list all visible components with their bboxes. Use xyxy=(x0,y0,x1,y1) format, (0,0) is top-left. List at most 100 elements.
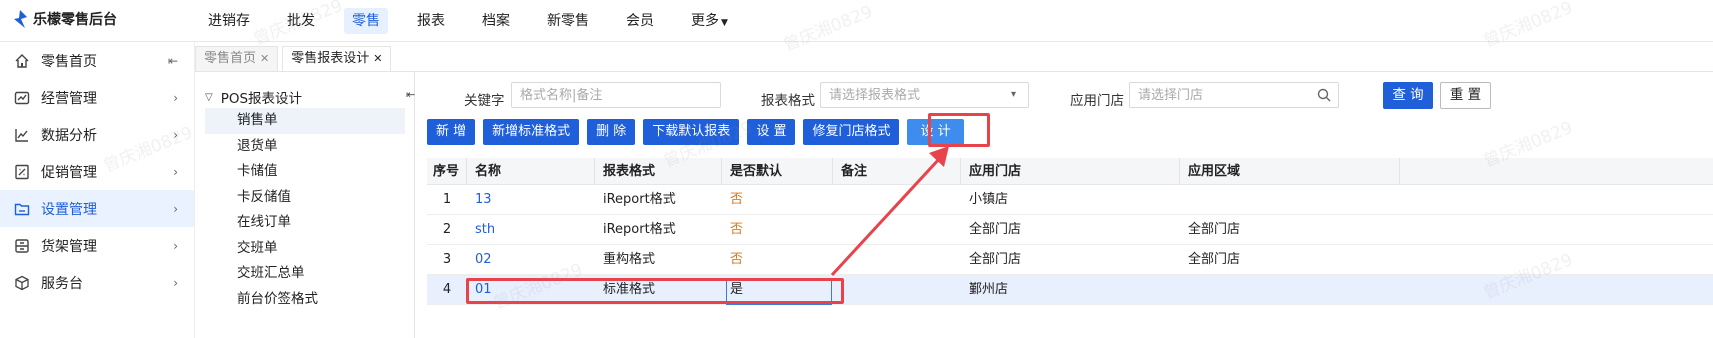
tab-retail-report-design[interactable]: 零售报表设计 ✕ xyxy=(282,46,392,72)
table-header: 序号 名称 报表格式 是否默认 备注 应用门店 应用区域 xyxy=(427,158,1713,185)
column-header[interactable]: 备注 xyxy=(833,158,961,184)
app-logo[interactable]: 乐檬零售后台 xyxy=(12,9,117,29)
chevron-right-icon: › xyxy=(173,90,178,105)
folder-icon xyxy=(14,201,30,217)
nav-more[interactable]: 更多 ▼ xyxy=(683,8,736,34)
annotation-box-row xyxy=(466,278,844,304)
tab-retail-home[interactable]: 零售首页 ✕ xyxy=(195,46,279,72)
chevron-right-icon: › xyxy=(173,164,178,179)
page-tabs: 零售首页 ✕ 零售报表设计 ✕ xyxy=(195,46,395,72)
tree-node[interactable]: 退货单 xyxy=(205,134,410,160)
sidebar-item-settings[interactable]: 设置管理 › xyxy=(0,190,194,227)
download-default-report-button[interactable]: 下载默认报表 xyxy=(643,119,740,145)
sidebar-item-service-desk[interactable]: 服务台 › xyxy=(0,264,194,301)
add-button[interactable]: 新 增 xyxy=(427,119,476,145)
cell-store: 全部门店 xyxy=(969,222,1022,237)
cell-region: 全部门店 xyxy=(1188,222,1241,237)
cell-note xyxy=(833,275,961,304)
tree-root-label: POS报表设计 xyxy=(220,91,303,107)
sidebar-item-label: 促销管理 xyxy=(41,164,97,181)
table-row[interactable]: 3 02 重构格式 否 全部门店 全部门店 xyxy=(427,245,1713,275)
chevron-right-icon: › xyxy=(173,238,178,253)
nav-member[interactable]: 会员 xyxy=(618,8,662,34)
repair-store-format-button[interactable]: 修复门店格式 xyxy=(803,119,900,145)
caret-down-icon: ▼ xyxy=(721,18,728,28)
nav-archive[interactable]: 档案 xyxy=(474,8,518,34)
collapse-left-icon[interactable]: ⇤ xyxy=(406,88,415,101)
cell-note xyxy=(833,245,961,274)
cell-format: iReport格式 xyxy=(603,222,676,237)
store-select[interactable] xyxy=(1129,82,1339,108)
format-select[interactable] xyxy=(820,82,1029,108)
cell-note xyxy=(833,185,961,214)
format-label: 报表格式 xyxy=(761,93,815,109)
keyword-label: 关键字 xyxy=(464,93,505,109)
sidebar-item-label: 服务台 xyxy=(41,275,83,292)
tree-node[interactable]: 前台价签格式 xyxy=(205,287,410,313)
tree-node[interactable]: 卡反储值 xyxy=(205,185,410,211)
column-header[interactable]: 应用区域 xyxy=(1180,158,1400,184)
logo-icon xyxy=(14,10,27,28)
tree-node[interactable]: 销售单 xyxy=(205,108,405,134)
delete-button[interactable]: 删 除 xyxy=(587,119,636,145)
sidebar-item-analytics[interactable]: 数据分析 › xyxy=(0,116,194,153)
nav-inventory[interactable]: 进销存 xyxy=(200,8,258,34)
cube-icon xyxy=(14,275,30,291)
collapse-left-icon[interactable]: ⇤ xyxy=(168,54,178,68)
top-bar: 乐檬零售后台 进销存 批发 零售 报表 档案 新零售 会员 更多 ▼ xyxy=(0,0,1713,42)
cell-name[interactable]: sth xyxy=(467,215,595,244)
cell-note xyxy=(833,215,961,244)
chevron-right-icon: › xyxy=(173,127,178,142)
search-icon[interactable] xyxy=(1317,88,1331,102)
sidebar-item-shelves[interactable]: 货架管理 › xyxy=(0,227,194,264)
table-row[interactable]: 1 13 iReport格式 否 小镇店 xyxy=(427,185,1713,215)
cell-no: 2 xyxy=(442,222,452,237)
chevron-right-icon: › xyxy=(173,275,178,290)
column-header[interactable]: 应用门店 xyxy=(961,158,1180,184)
column-header[interactable]: 名称 xyxy=(467,158,595,184)
tree-node[interactable]: 卡储值 xyxy=(205,159,410,185)
sidebar-item-label: 经营管理 xyxy=(41,90,97,107)
cell-region: 全部门店 xyxy=(1188,252,1241,267)
column-header[interactable]: 报表格式 xyxy=(595,158,722,184)
tab-divider xyxy=(195,71,1713,72)
reset-button[interactable]: 重 置 xyxy=(1440,82,1491,109)
nav-retail[interactable]: 零售 xyxy=(344,8,388,34)
cell-store: 鄞州店 xyxy=(969,282,1009,297)
top-nav: 进销存 批发 零售 报表 档案 新零售 会员 更多 ▼ xyxy=(200,8,757,34)
close-icon[interactable]: ✕ xyxy=(260,52,269,65)
promo-icon xyxy=(14,164,30,180)
sidebar-item-retail-home[interactable]: 零售首页 ⇤ xyxy=(0,42,194,79)
nav-new-retail[interactable]: 新零售 xyxy=(539,8,597,34)
cell-region xyxy=(1180,275,1400,304)
query-button[interactable]: 查 询 xyxy=(1383,82,1433,109)
column-header[interactable]: 是否默认 xyxy=(722,158,833,184)
sidebar-item-promotions[interactable]: 促销管理 › xyxy=(0,153,194,190)
panel-splitter[interactable] xyxy=(414,72,415,338)
cell-name[interactable]: 02 xyxy=(467,245,595,274)
cell-default: 否 xyxy=(730,222,744,237)
sidebar-item-operations[interactable]: 经营管理 › xyxy=(0,79,194,116)
nav-wholesale[interactable]: 批发 xyxy=(279,8,323,34)
settings-button[interactable]: 设 置 xyxy=(747,119,796,145)
tree-node[interactable]: 在线订单 xyxy=(205,210,410,236)
keyword-input[interactable] xyxy=(511,82,721,108)
close-icon[interactable]: ✕ xyxy=(373,52,382,65)
cell-name[interactable]: 13 xyxy=(467,185,595,214)
annotation-box-design xyxy=(928,113,990,147)
tree-root[interactable]: ▽ POS报表设计 xyxy=(205,86,410,108)
cell-no: 3 xyxy=(442,252,452,267)
tree-node[interactable]: 交班单 xyxy=(205,236,410,262)
table-row[interactable]: 2 sth iReport格式 否 全部门店 全部门店 xyxy=(427,215,1713,245)
home-icon xyxy=(14,53,30,69)
chevron-down-icon[interactable]: ▽ xyxy=(205,92,213,103)
add-standard-format-button[interactable]: 新增标准格式 xyxy=(483,119,580,145)
chevron-right-icon: › xyxy=(173,201,178,216)
nav-reports[interactable]: 报表 xyxy=(409,8,453,34)
action-toolbar: 新 增 新增标准格式 删 除 下载默认报表 设 置 修复门店格式 设 计 xyxy=(427,119,972,145)
tree-node[interactable]: 交班汇总单 xyxy=(205,261,410,287)
cell-default: 否 xyxy=(730,192,744,207)
cell-no: 4 xyxy=(442,282,452,297)
sidebar: 零售首页 ⇤ 经营管理 › 数据分析 › 促销管理 › 设置管理 › 货架管理 … xyxy=(0,42,195,338)
column-header[interactable]: 序号 xyxy=(427,158,467,184)
